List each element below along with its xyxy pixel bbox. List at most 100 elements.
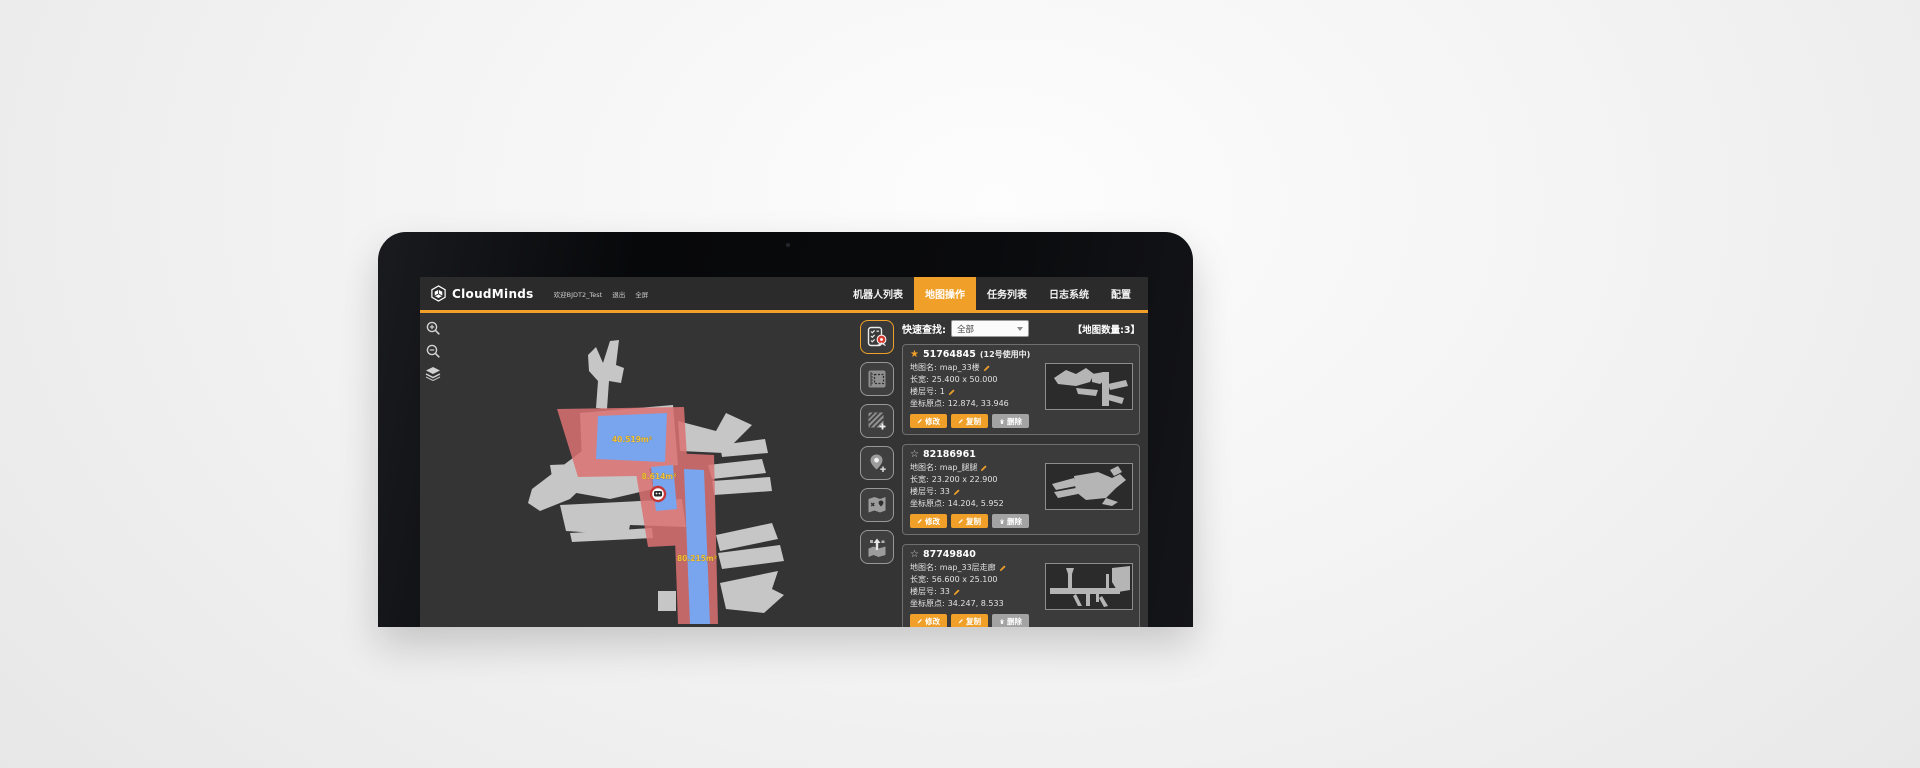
map-controls (424, 319, 442, 383)
map-marker-tool-button[interactable] (860, 488, 894, 522)
trash-icon (999, 418, 1005, 425)
map-thumbnail (1045, 363, 1133, 410)
map-thumbnail (1045, 563, 1133, 610)
card-actions: 修改 复制 删除 (910, 414, 1132, 428)
map-canvas[interactable]: 40.519m² 8.614m² 80.215m² (420, 313, 854, 624)
map-floor-east-pair-b (712, 477, 772, 495)
card-actions: 修改 复制 删除 (910, 514, 1132, 528)
pencil-icon (917, 418, 923, 424)
zoom-in-button[interactable] (424, 319, 442, 337)
measure-region-icon (866, 368, 888, 390)
chevron-down-icon (1017, 327, 1023, 331)
edit-floor-icon[interactable] (953, 588, 961, 596)
area-label-large: 40.519m² (612, 435, 652, 444)
poi-task-icon (866, 326, 888, 348)
pencil-icon (958, 418, 964, 424)
map-floor-antler (588, 340, 624, 409)
map-size: 23.200 x 22.900 (932, 475, 998, 484)
field-label-size: 长宽: (910, 375, 929, 384)
area-label-small: 8.614m² (642, 472, 677, 481)
zoom-out-icon (426, 344, 441, 359)
field-label-origin: 坐标原点: (910, 499, 945, 508)
poi-task-tool-button[interactable] (860, 320, 894, 354)
quick-find-row: 快速查找: 全部 【地图数量:3】 (902, 320, 1140, 337)
layers-icon (425, 367, 441, 381)
edit-name-icon[interactable] (983, 364, 991, 372)
add-poi-icon (866, 452, 888, 474)
copy-button[interactable]: 复制 (951, 614, 988, 627)
map-name: map_腿腿 (940, 463, 978, 472)
pencil-icon (917, 518, 923, 524)
map-id: 82186961 (923, 449, 976, 460)
field-label-floor: 楼层号: (910, 587, 937, 596)
edit-name-icon[interactable] (980, 464, 988, 472)
map-card: 51764845 (12号使用中) 地图名:map_33楼 长宽:25.400 … (902, 344, 1140, 435)
copy-button[interactable]: 复制 (951, 514, 988, 528)
card-actions: 修改 复制 删除 (910, 614, 1132, 627)
nav-task-list[interactable]: 任务列表 (976, 277, 1038, 312)
map-size: 56.600 x 25.100 (932, 575, 998, 584)
map-upload-icon (866, 536, 888, 558)
map-origin: 12.874, 33.946 (948, 399, 1009, 408)
zoom-in-icon (426, 321, 441, 336)
main-nav: 机器人列表 地图操作 任务列表 日志系统 配置 (842, 277, 1142, 312)
field-label-floor: 楼层号: (910, 487, 937, 496)
zoom-out-button[interactable] (424, 342, 442, 360)
delete-button[interactable]: 删除 (992, 514, 1029, 528)
modify-button[interactable]: 修改 (910, 414, 947, 428)
nav-robot-list[interactable]: 机器人列表 (842, 277, 914, 312)
map-id: 87749840 (923, 549, 976, 560)
add-poi-tool-button[interactable] (860, 446, 894, 480)
map-name: map_33层走廊 (940, 563, 996, 572)
field-label-size: 长宽: (910, 575, 929, 584)
edit-name-icon[interactable] (999, 564, 1007, 572)
edit-floor-icon[interactable] (953, 488, 961, 496)
modify-button[interactable]: 修改 (910, 514, 947, 528)
map-marker-icon (866, 494, 888, 516)
page-background: CloudMinds 欢迎BJDT2_Test 退出 全屏 机器人列表 地图操作… (0, 0, 1920, 768)
map-id: 51764845 (923, 349, 976, 360)
field-label-floor: 楼层号: (910, 387, 937, 396)
favorite-star-icon[interactable] (910, 449, 919, 460)
field-label-origin: 坐标原点: (910, 399, 945, 408)
fullscreen-link[interactable]: 全屏 (635, 289, 648, 299)
nav-log-system[interactable]: 日志系统 (1038, 277, 1100, 312)
area-label-corridor: 80.215m² (677, 554, 717, 563)
pencil-icon (958, 518, 964, 524)
delete-button[interactable]: 删除 (992, 414, 1029, 428)
favorite-star-icon[interactable] (910, 349, 919, 360)
laptop-mockup: CloudMinds 欢迎BJDT2_Test 退出 全屏 机器人列表 地图操作… (378, 232, 1193, 627)
copy-button[interactable]: 复制 (951, 414, 988, 428)
cloudminds-logo-icon (430, 285, 447, 302)
measure-region-tool-button[interactable] (860, 362, 894, 396)
map-origin: 14.204, 5.952 (948, 499, 1004, 508)
virtual-wall-tool-button[interactable] (860, 404, 894, 438)
favorite-star-icon[interactable] (910, 549, 919, 560)
top-nav-bar: CloudMinds 欢迎BJDT2_Test 退出 全屏 机器人列表 地图操作… (420, 277, 1148, 313)
map-card: 82186961 地图名:map_腿腿 长宽:23.200 x 22.900 楼… (902, 444, 1140, 535)
map-floor: 33 (940, 587, 950, 596)
edit-floor-icon[interactable] (948, 388, 956, 396)
field-label-size: 长宽: (910, 475, 929, 484)
logout-link[interactable]: 退出 (612, 289, 625, 299)
map-upload-tool-button[interactable] (860, 530, 894, 564)
field-label-name: 地图名: (910, 563, 937, 572)
map-size: 25.400 x 50.000 (932, 375, 998, 384)
welcome-user-label: 欢迎BJDT2_Test (554, 289, 603, 299)
map-filter-dropdown[interactable]: 全部 (951, 320, 1029, 337)
map-floor-se-fan (720, 571, 784, 613)
nav-map-operations[interactable]: 地图操作 (914, 277, 976, 312)
brand-name: CloudMinds (452, 287, 534, 301)
pencil-icon (958, 618, 964, 624)
layers-button[interactable] (424, 365, 442, 383)
map-floor-east-pair-a (708, 459, 766, 479)
robot-position-marker[interactable] (651, 487, 665, 501)
map-count-badge: 【地图数量:3】 (1073, 322, 1140, 336)
map-filter-value: 全部 (957, 323, 974, 335)
session-links: 欢迎BJDT2_Test 退出 全屏 (554, 289, 649, 299)
delete-button[interactable]: 删除 (992, 614, 1029, 627)
modify-button[interactable]: 修改 (910, 614, 947, 627)
pencil-icon (917, 618, 923, 624)
map-floor: 33 (940, 487, 950, 496)
nav-settings[interactable]: 配置 (1100, 277, 1142, 312)
